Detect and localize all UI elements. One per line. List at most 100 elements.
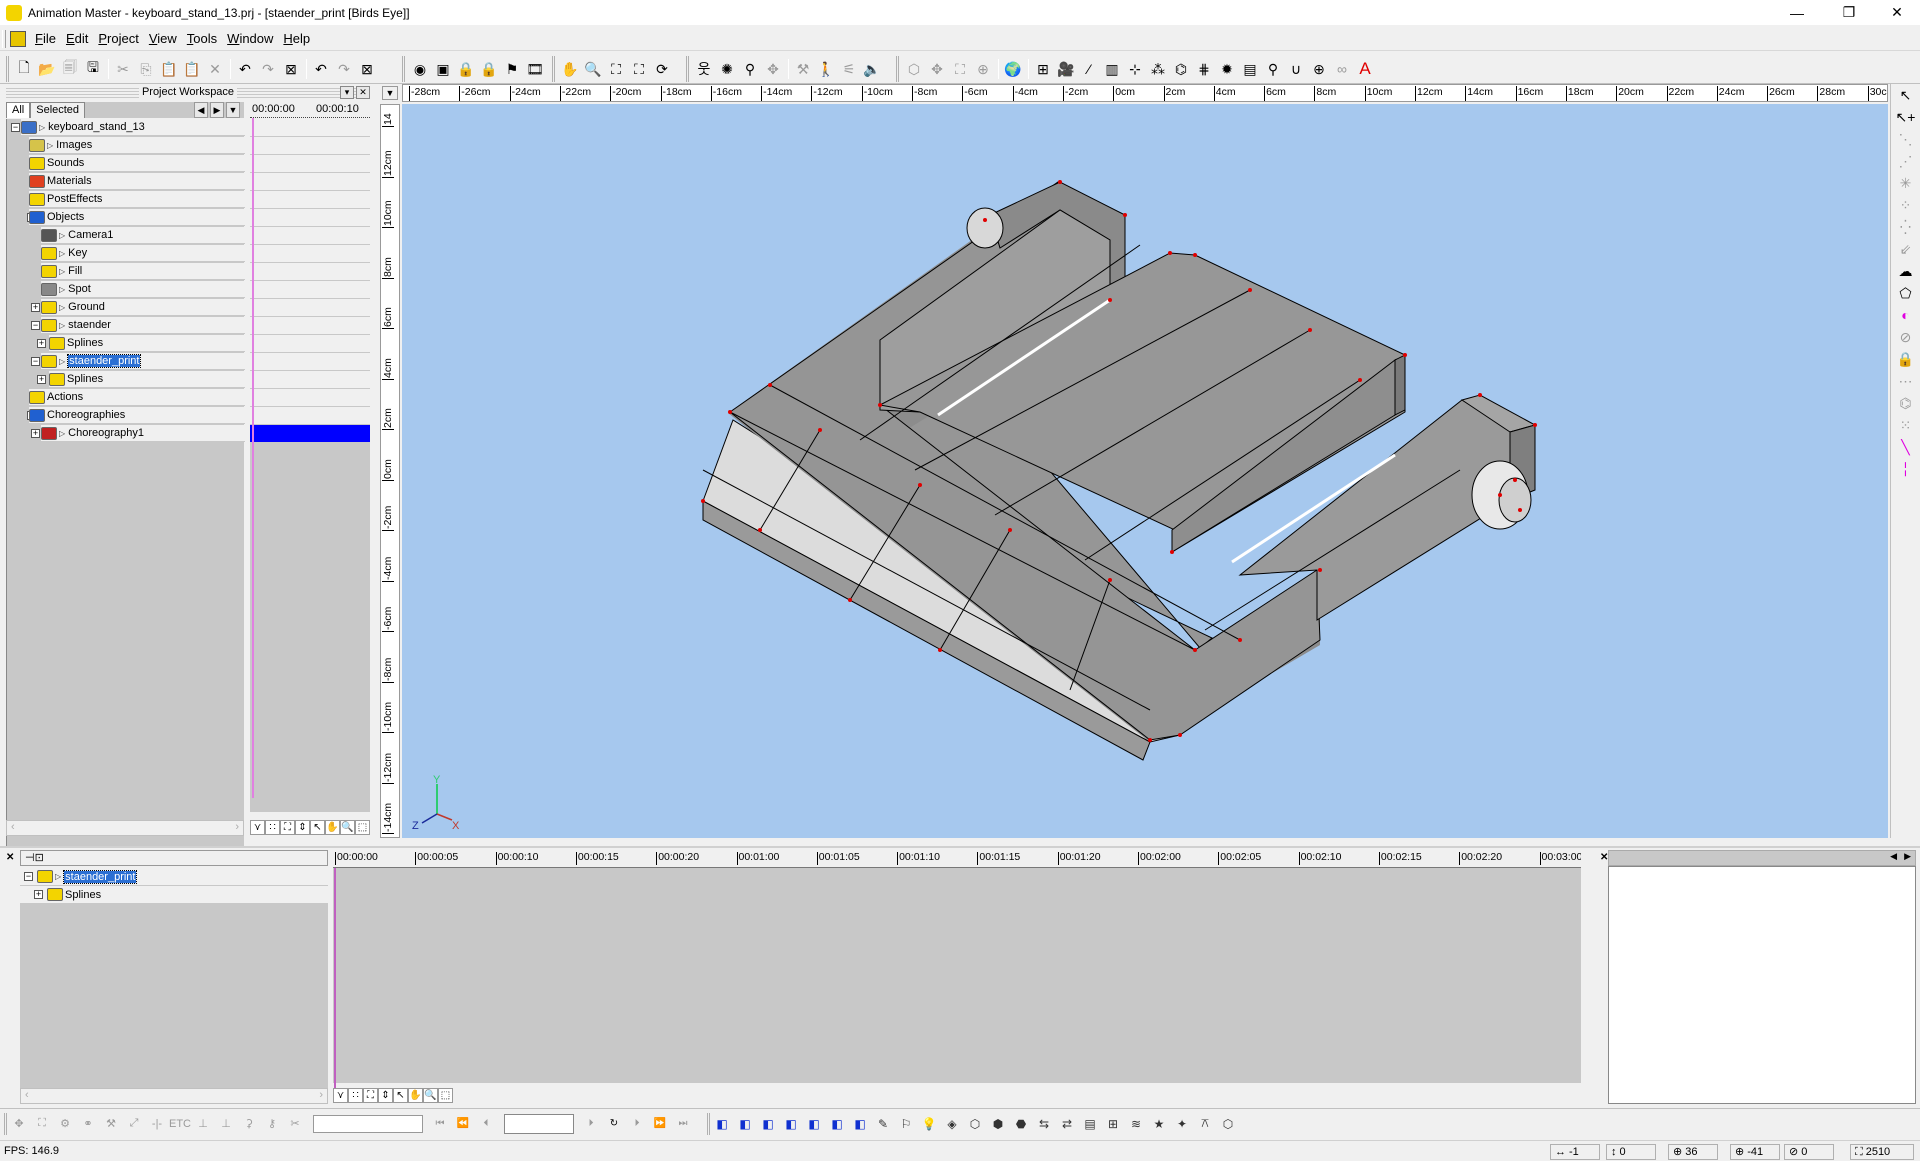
frame-input[interactable] (504, 1113, 574, 1134)
clear-undo-button[interactable]: ⊠ (280, 58, 302, 80)
scatter-tool[interactable]: ⁙ (1895, 414, 1917, 436)
bottom-tool-button[interactable]: ⚒ (100, 1113, 122, 1135)
lock-tool[interactable]: 🔒 (1895, 348, 1917, 370)
tree-next-button[interactable]: ▶ (210, 102, 224, 118)
expand-triangle-icon[interactable]: ▷ (59, 429, 65, 438)
bottom-tool-button[interactable]: ✂ (284, 1113, 306, 1135)
view-tool-button[interactable]: ◧ (711, 1113, 733, 1135)
properties-next-button[interactable]: ▶ (1904, 851, 1911, 862)
close-button[interactable]: ✕ (1874, 0, 1920, 25)
new-button[interactable]: 🗋 (13, 58, 35, 80)
document-icon[interactable] (10, 30, 26, 47)
move-button[interactable]: ✥ (926, 58, 948, 80)
minus-expander-icon[interactable]: − (31, 321, 40, 330)
tree-item[interactable]: Materials (7, 173, 245, 191)
tree-item[interactable]: + Splines (7, 371, 245, 389)
paste-button[interactable]: 📋 (158, 58, 180, 80)
tab-all[interactable]: All (6, 102, 31, 118)
tab-selected[interactable]: Selected (30, 102, 86, 118)
chor-timeline-tool-button[interactable]: ↖ (393, 1088, 408, 1103)
save-all-button[interactable]: 🗐 (59, 58, 81, 80)
menu-edit[interactable]: Edit (61, 31, 93, 46)
bottom-tool-button[interactable]: -|- (146, 1113, 168, 1135)
decal-button[interactable]: ✹ (1216, 58, 1238, 80)
plus-expander-icon[interactable]: + (34, 890, 43, 899)
shortcut-button[interactable]: ⚑ (501, 58, 523, 80)
mesh-tool[interactable]: ⌬ (1895, 392, 1917, 414)
expand-triangle-icon[interactable]: ▷ (59, 357, 65, 366)
text-button[interactable]: A (1354, 58, 1376, 80)
expand-triangle-icon[interactable]: ▷ (47, 141, 53, 150)
tree-item[interactable]: + ▷ Ground (7, 299, 245, 317)
menu-view[interactable]: View (144, 31, 182, 46)
bottom-tool-button[interactable]: ⚷ (261, 1113, 283, 1135)
bone-mode-button[interactable]: ⚲ (739, 58, 761, 80)
zoom-region-button[interactable]: ⛶ (628, 58, 650, 80)
chor-timeline-tool-button[interactable]: 🔍 (423, 1088, 438, 1103)
constraint-button[interactable]: ⚟ (838, 58, 860, 80)
hand-pan-button[interactable]: ✋ (559, 58, 581, 80)
view-tool-button[interactable]: ≋ (1125, 1113, 1147, 1135)
points2-tool[interactable]: ⁛ (1895, 216, 1917, 238)
points-tool[interactable]: ⁘ (1895, 194, 1917, 216)
save-button[interactable]: 🖫 (82, 58, 104, 80)
timeline-tool-button[interactable]: ✋ (325, 820, 340, 835)
menu-file[interactable]: File (30, 31, 61, 46)
symmetry-button[interactable]: ⊕ (1308, 58, 1330, 80)
expand-triangle-icon[interactable]: ▷ (59, 249, 65, 258)
world-button[interactable]: 🌍 (1002, 58, 1024, 80)
globe-button[interactable]: ⊕ (972, 58, 994, 80)
histogram-button[interactable]: ▤ (1239, 58, 1261, 80)
view-tool-button[interactable]: ⇆ (1033, 1113, 1055, 1135)
view-tool-button[interactable]: ⬡ (1217, 1113, 1239, 1135)
hook-button[interactable]: ⋕ (1193, 58, 1215, 80)
paste-special-button[interactable]: 📋 (181, 58, 203, 80)
transport-button[interactable]: ⏮ (429, 1113, 451, 1135)
dots-tool[interactable]: ⋯ (1895, 370, 1917, 392)
restore-button[interactable]: ❐ (1826, 0, 1872, 25)
chor-timeline[interactable] (333, 868, 1581, 1083)
grid-snap-button[interactable]: ⊞ (1032, 58, 1054, 80)
bone-vertical-tool[interactable]: ╎ (1895, 458, 1917, 480)
timeline-tool-button[interactable]: ⋎ (250, 820, 265, 835)
tree-item[interactable]: ▷ Key (7, 245, 245, 263)
plus-expander-icon[interactable]: + (37, 375, 46, 384)
expand-triangle-icon[interactable]: ▷ (59, 285, 65, 294)
camera-view-button[interactable]: 🎥 (1055, 58, 1077, 80)
chor-time-cursor[interactable] (334, 868, 336, 1103)
expand-triangle-icon[interactable]: ▷ (59, 321, 65, 330)
tree-item[interactable]: −Choreographies (7, 407, 245, 425)
3d-viewport[interactable]: Y X Z (402, 104, 1888, 838)
patch-tool[interactable]: ⬠ (1895, 282, 1917, 304)
tree-item[interactable]: ▷ Camera1 (7, 227, 245, 245)
tree-item[interactable]: Sounds (7, 155, 245, 173)
transport-button[interactable]: ↻ (603, 1113, 625, 1135)
bottom-tool-button[interactable]: ⊥ (215, 1113, 237, 1135)
view-tool-button[interactable]: ▤ (1079, 1113, 1101, 1135)
menu-project[interactable]: Project (93, 31, 143, 46)
chor-time-ruler[interactable]: 00:00:00 00:00:05 00:00:10 00:00:15 00:00:20… (333, 850, 1581, 868)
bottom-tool-button[interactable]: ⚳ (238, 1113, 260, 1135)
cut-button[interactable]: ✂ (112, 58, 134, 80)
bottom-tool-button[interactable]: ⤢ (123, 1113, 145, 1135)
frame-slider[interactable] (313, 1114, 423, 1133)
view-tool-button[interactable]: ⇄ (1056, 1113, 1078, 1135)
menu-window[interactable]: Window (222, 31, 278, 46)
muscle-mode-button[interactable]: ✺ (716, 58, 738, 80)
bone-line-tool[interactable]: ╲ (1895, 436, 1917, 458)
expand-triangle-icon[interactable]: ▷ (59, 303, 65, 312)
tree-item[interactable]: − ▷ staender_print (7, 353, 245, 371)
time-cursor[interactable] (252, 118, 254, 798)
undo-view-button[interactable]: ↶ (310, 58, 332, 80)
workspace-menu-button[interactable]: ▾ (340, 86, 354, 99)
panel-close-button[interactable]: ✕ (6, 852, 16, 864)
tree-item[interactable]: ▷ Images (7, 137, 245, 155)
walk-button[interactable]: 🚶 (815, 58, 837, 80)
delete-button[interactable]: ✕ (204, 58, 226, 80)
chor-timeline-tool-button[interactable]: ⬚ (438, 1088, 453, 1103)
undo-button[interactable]: ↶ (234, 58, 256, 80)
ruler-button[interactable]: ▥ (1101, 58, 1123, 80)
render-mode-button[interactable]: ▣ (432, 58, 454, 80)
view-tool-button[interactable]: ⚐ (895, 1113, 917, 1135)
plus-expander-icon[interactable]: + (37, 339, 46, 348)
